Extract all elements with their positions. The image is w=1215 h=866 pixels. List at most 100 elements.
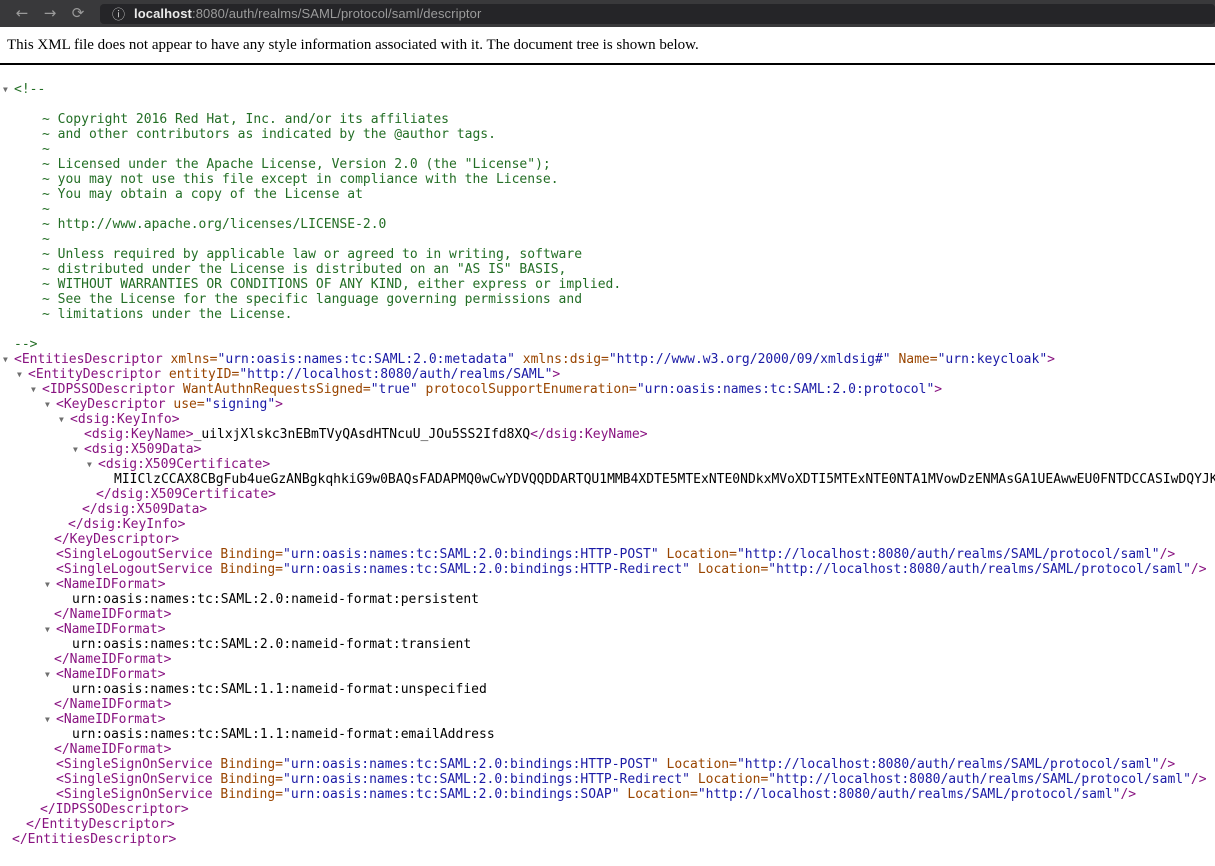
forward-icon[interactable]: → bbox=[36, 0, 64, 27]
xml-token-tag: /> bbox=[1191, 772, 1207, 787]
back-icon[interactable]: ← bbox=[8, 0, 36, 27]
xml-token-attr: Location= bbox=[690, 562, 768, 577]
xml-token-tag: </dsig:X509Data> bbox=[82, 502, 207, 517]
collapse-toggle-icon[interactable]: ▼ bbox=[87, 460, 92, 469]
xml-token-com: ~ limitations under the License. bbox=[42, 307, 292, 322]
xml-token-txt: urn:oasis:names:tc:SAML:1.1:nameid-forma… bbox=[72, 727, 495, 742]
url-path: :8080/auth/realms/SAML/protocol/saml/des… bbox=[192, 6, 481, 21]
xml-token-val: "urn:oasis:names:tc:SAML:2.0:metadata" bbox=[218, 352, 515, 367]
xml-token-com: ~ you may not use this file except in co… bbox=[42, 172, 559, 187]
xml-token-tag: <IDPSSODescriptor bbox=[42, 382, 183, 397]
xml-token-attr: Name= bbox=[891, 352, 938, 367]
xml-line: </NameIDFormat> bbox=[0, 652, 1215, 667]
xml-token-com: ~ distributed under the License is distr… bbox=[42, 262, 566, 277]
xml-token-tag: <dsig:KeyInfo> bbox=[70, 412, 180, 427]
collapse-toggle-icon[interactable]: ▼ bbox=[73, 445, 78, 454]
xml-token-tag: </dsig:X509Certificate> bbox=[96, 487, 276, 502]
xml-token-attr: xmlns= bbox=[171, 352, 218, 367]
xml-line: ~ bbox=[0, 142, 1215, 157]
xml-line: <SingleSignOnService Binding="urn:oasis:… bbox=[0, 772, 1215, 787]
xml-line: ~ distributed under the License is distr… bbox=[0, 262, 1215, 277]
collapse-toggle-icon[interactable]: ▼ bbox=[45, 625, 50, 634]
xml-token-tag: <SingleSignOnService bbox=[56, 787, 220, 802]
xml-line: </dsig:X509Data> bbox=[0, 502, 1215, 517]
xml-line: ~ bbox=[0, 202, 1215, 217]
xml-token-com: <!-- bbox=[14, 82, 45, 97]
xml-token-tag: </NameIDFormat> bbox=[54, 697, 171, 712]
xml-token-com: ~ http://www.apache.org/licenses/LICENSE… bbox=[42, 217, 386, 232]
xml-token-tag: /> bbox=[1160, 547, 1176, 562]
xml-token-tag: <NameIDFormat> bbox=[56, 622, 166, 637]
xml-line: ▼ <NameIDFormat> bbox=[0, 622, 1215, 637]
reload-icon[interactable]: ⟳ bbox=[64, 0, 92, 27]
xml-token-attr: Binding= bbox=[220, 757, 283, 772]
xml-token-attr: Location= bbox=[620, 787, 698, 802]
page-info-icon[interactable]: ⓘ bbox=[112, 4, 125, 23]
xml-line: </dsig:X509Certificate> bbox=[0, 487, 1215, 502]
xml-line: ▼ <IDPSSODescriptor WantAuthnRequestsSign… bbox=[0, 382, 1215, 397]
xml-token-attr: WantAuthnRequestsSigned= bbox=[183, 382, 371, 397]
xml-line: ~ and other contributors as indicated by… bbox=[0, 127, 1215, 142]
xml-line: ▼ <EntitiesDescriptor xmlns="urn:oasis:na… bbox=[0, 352, 1215, 367]
collapse-toggle-icon[interactable]: ▼ bbox=[45, 580, 50, 589]
xml-line bbox=[0, 97, 1215, 112]
xml-token-val: "urn:keycloak" bbox=[938, 352, 1048, 367]
collapse-toggle-icon[interactable]: ▼ bbox=[17, 370, 22, 379]
xml-line: </IDPSSODescriptor> bbox=[0, 802, 1215, 817]
xml-token-tag: > bbox=[934, 382, 942, 397]
url-bar[interactable]: ⓘ localhost:8080/auth/realms/SAML/protoc… bbox=[100, 4, 1215, 24]
xml-line: ▼ <dsig:KeyInfo> bbox=[0, 412, 1215, 427]
xml-token-tag: <NameIDFormat> bbox=[56, 712, 166, 727]
xml-line: ▼<KeyDescriptor use="signing"> bbox=[0, 397, 1215, 412]
xml-token-txt: urn:oasis:names:tc:SAML:2.0:nameid-forma… bbox=[72, 592, 479, 607]
xml-token-tag: <NameIDFormat> bbox=[56, 577, 166, 592]
xml-token-com: ~ See the License for the specific langu… bbox=[42, 292, 582, 307]
xml-token-tag: </IDPSSODescriptor> bbox=[40, 802, 189, 817]
xml-line: ~ you may not use this file except in co… bbox=[0, 172, 1215, 187]
xml-token-com: ~ bbox=[42, 202, 50, 217]
xml-line: </dsig:KeyInfo> bbox=[0, 517, 1215, 532]
xml-token-val: "urn:oasis:names:tc:SAML:2.0:bindings:HT… bbox=[283, 772, 690, 787]
collapse-toggle-icon[interactable]: ▼ bbox=[45, 715, 50, 724]
xml-token-txt: MIIClzCCAX8CBgFub4ueGzANBgkqhkiG9w0BAQsF… bbox=[114, 472, 1215, 487]
xml-token-tag: <EntitiesDescriptor bbox=[14, 352, 171, 367]
xml-line: ~ WITHOUT WARRANTIES OR CONDITIONS OF AN… bbox=[0, 277, 1215, 292]
xml-token-com: ~ You may obtain a copy of the License a… bbox=[42, 187, 363, 202]
collapse-toggle-icon[interactable]: ▼ bbox=[45, 670, 50, 679]
collapse-toggle-icon[interactable]: ▼ bbox=[59, 415, 64, 424]
collapse-toggle-icon[interactable]: ▼ bbox=[31, 385, 36, 394]
xml-token-tag: </NameIDFormat> bbox=[54, 607, 171, 622]
collapse-toggle-icon[interactable]: ▼ bbox=[3, 355, 8, 364]
xml-token-val: "urn:oasis:names:tc:SAML:2.0:bindings:HT… bbox=[283, 757, 659, 772]
xml-line: ▼<dsig:X509Data> bbox=[0, 442, 1215, 457]
xml-token-com: ~ and other contributors as indicated by… bbox=[42, 127, 496, 142]
xml-token-com: ~ Unless required by applicable law or a… bbox=[42, 247, 582, 262]
xml-token-tag: <KeyDescriptor bbox=[56, 397, 173, 412]
xml-line: </NameIDFormat> bbox=[0, 697, 1215, 712]
collapse-toggle-icon[interactable]: ▼ bbox=[45, 400, 50, 409]
xml-line: </NameIDFormat> bbox=[0, 742, 1215, 757]
xml-line: urn:oasis:names:tc:SAML:1.1:nameid-forma… bbox=[0, 727, 1215, 742]
xml-token-tag: > bbox=[275, 397, 283, 412]
xml-token-tag: <SingleLogoutService bbox=[56, 547, 220, 562]
xml-token-val: "urn:oasis:names:tc:SAML:2.0:protocol" bbox=[637, 382, 934, 397]
xml-line: ▼ <NameIDFormat> bbox=[0, 577, 1215, 592]
xml-line: ▼ <!-- bbox=[0, 82, 1215, 97]
xml-token-com: --> bbox=[14, 337, 37, 352]
url-host: localhost bbox=[134, 6, 192, 21]
xml-token-tag: </EntitiesDescriptor> bbox=[12, 832, 176, 847]
xml-token-tag: > bbox=[552, 367, 560, 382]
xml-line: <SingleLogoutService Binding="urn:oasis:… bbox=[0, 562, 1215, 577]
xml-token-attr: Binding= bbox=[220, 787, 283, 802]
xml-line: </EntitiesDescriptor> bbox=[0, 832, 1215, 847]
xml-token-com: ~ WITHOUT WARRANTIES OR CONDITIONS OF AN… bbox=[42, 277, 621, 292]
xml-line: ~ http://www.apache.org/licenses/LICENSE… bbox=[0, 217, 1215, 232]
xml-token-tag: <NameIDFormat> bbox=[56, 667, 166, 682]
xml-line: urn:oasis:names:tc:SAML:2.0:nameid-forma… bbox=[0, 592, 1215, 607]
xml-token-tag: <EntityDescriptor bbox=[28, 367, 169, 382]
xml-line: <SingleSignOnService Binding="urn:oasis:… bbox=[0, 787, 1215, 802]
xml-token-tag: <dsig:KeyName> bbox=[84, 427, 194, 442]
collapse-toggle-icon[interactable]: ▼ bbox=[3, 85, 8, 94]
xml-line: ~ bbox=[0, 232, 1215, 247]
xml-line bbox=[0, 322, 1215, 337]
